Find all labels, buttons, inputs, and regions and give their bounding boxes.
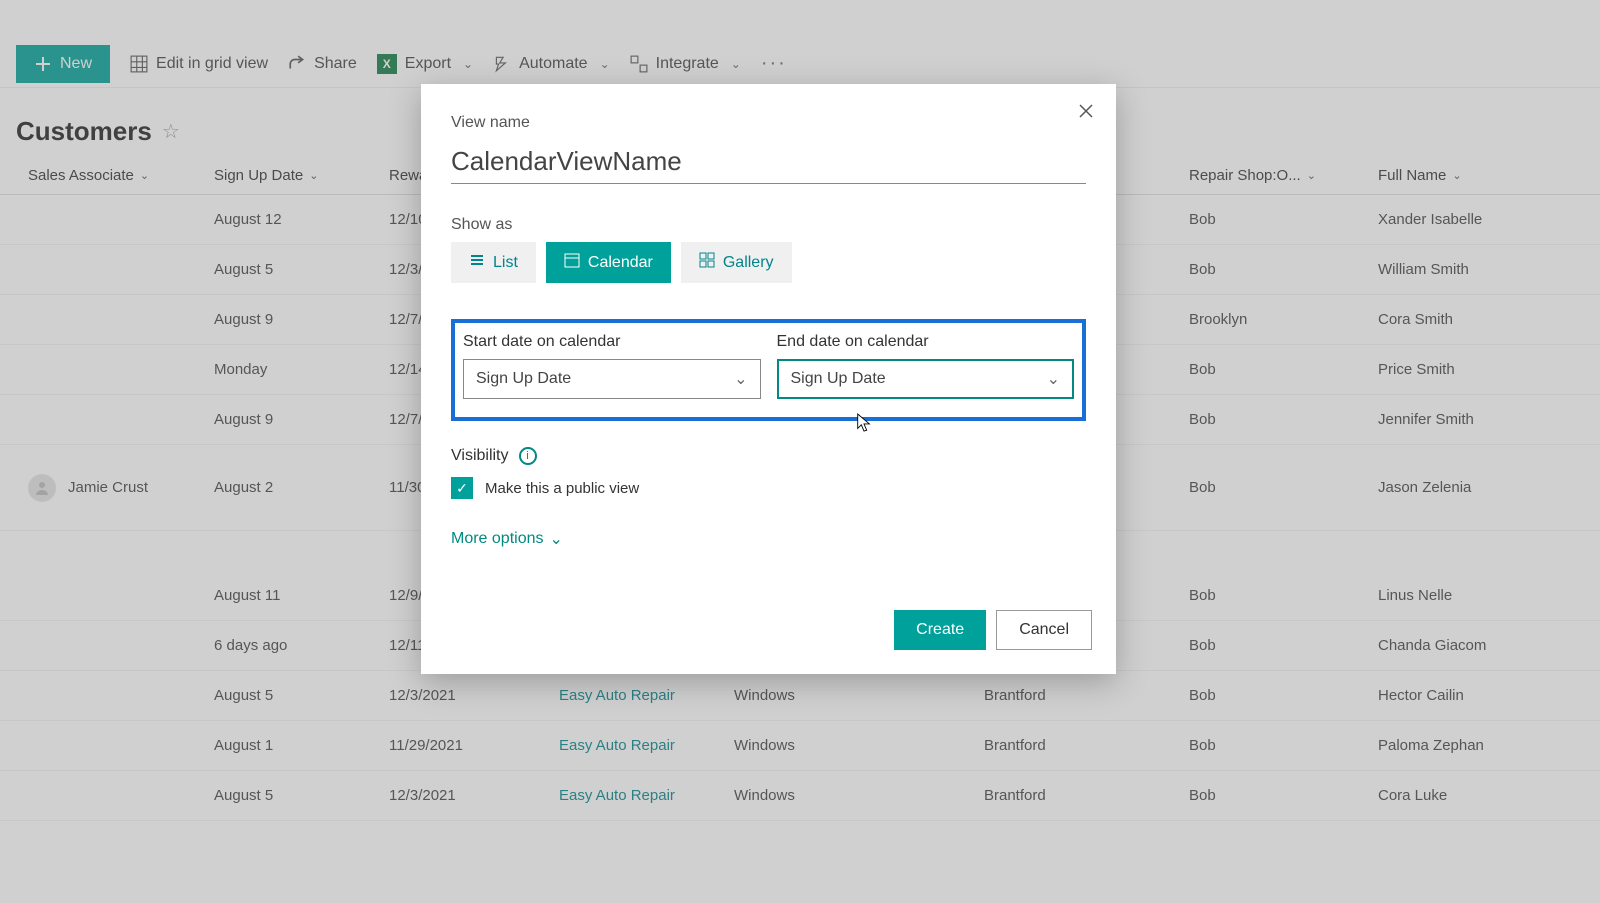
create-button[interactable]: Create <box>894 610 986 650</box>
end-date-label: End date on calendar <box>777 333 1075 351</box>
date-fields-highlight: Start date on calendar Sign Up Date ⌄ En… <box>451 319 1086 421</box>
start-date-select[interactable]: Sign Up Date ⌄ <box>463 359 761 399</box>
view-name-input[interactable] <box>451 140 1086 184</box>
show-as-gallery-button[interactable]: Gallery <box>681 242 792 283</box>
public-view-label: Make this a public view <box>485 480 639 497</box>
chevron-down-icon: ⌄ <box>550 529 563 549</box>
close-button[interactable] <box>1078 102 1094 125</box>
show-as-calendar-button[interactable]: Calendar <box>546 242 671 283</box>
view-name-label: View name <box>451 114 1086 132</box>
chevron-down-icon: ⌄ <box>1047 369 1060 389</box>
calendar-icon <box>564 252 580 273</box>
create-view-modal: View name Show as List Calendar Gallery … <box>421 84 1116 674</box>
show-as-list-button[interactable]: List <box>451 242 536 283</box>
start-date-label: Start date on calendar <box>463 333 761 351</box>
public-view-checkbox[interactable]: ✓ <box>451 477 473 499</box>
cancel-button[interactable]: Cancel <box>996 610 1092 650</box>
show-as-label: Show as <box>451 216 1086 234</box>
visibility-label: Visibility <box>451 447 509 465</box>
info-icon[interactable]: i <box>519 447 537 465</box>
gallery-icon <box>699 252 715 273</box>
end-date-select[interactable]: Sign Up Date ⌄ <box>777 359 1075 399</box>
more-options-link[interactable]: More options ⌄ <box>451 529 1086 549</box>
chevron-down-icon: ⌄ <box>734 369 747 389</box>
list-icon <box>469 252 485 273</box>
